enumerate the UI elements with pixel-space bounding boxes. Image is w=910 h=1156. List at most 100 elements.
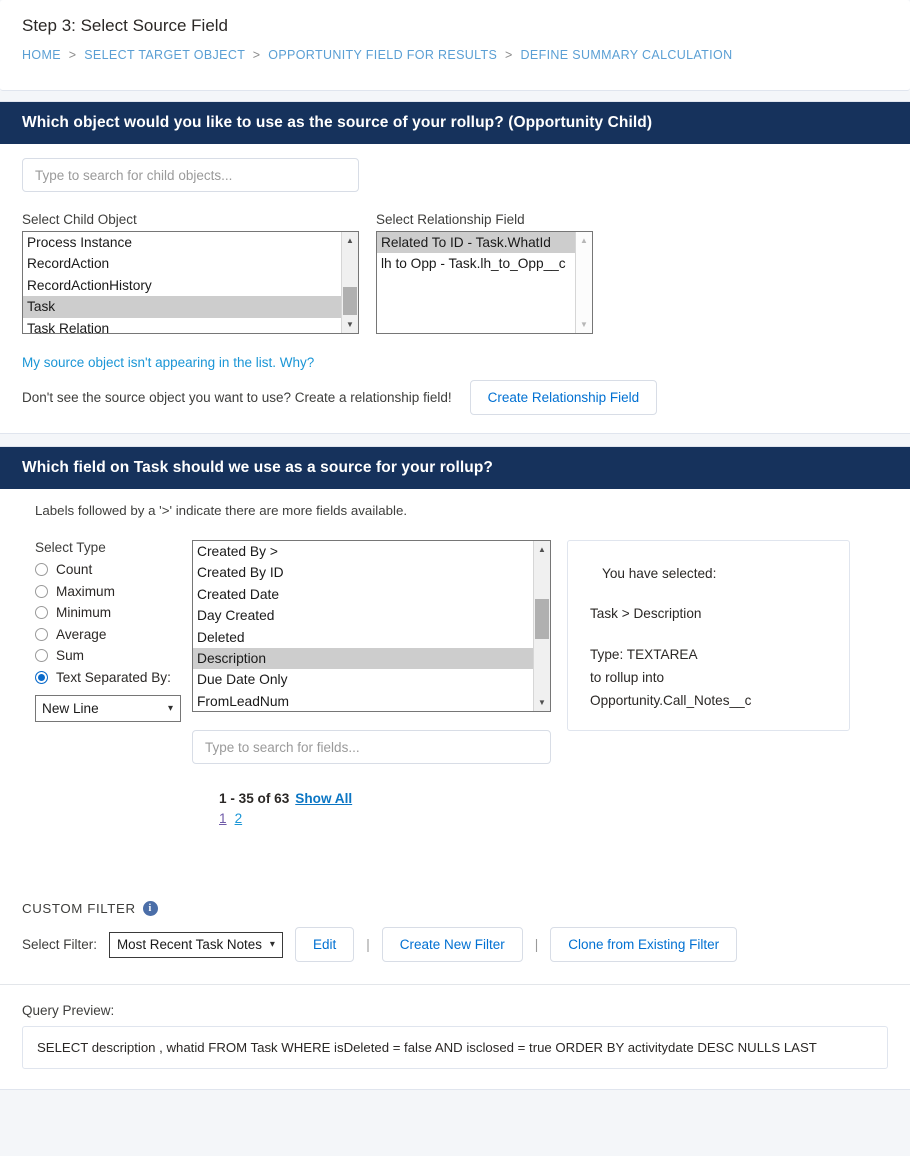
scroll-down-icon[interactable]: ▼ <box>576 316 592 333</box>
selection-summary-panel: You have selected: Task > Description Ty… <box>567 540 850 731</box>
radio-icon[interactable] <box>35 606 48 620</box>
source-field-section-title: Which field on Task should we use as a s… <box>0 447 910 489</box>
breadcrumb-separator: > <box>68 48 77 62</box>
scroll-down-icon[interactable]: ▼ <box>534 694 550 711</box>
separator-select-value: New Line <box>42 701 99 716</box>
list-item[interactable]: Deleted <box>193 627 550 648</box>
type-option-text-separated-by[interactable]: Text Separated By: <box>35 667 185 689</box>
type-option-label: Maximum <box>56 583 115 599</box>
custom-filter-title: CUSTOM FILTER i <box>22 901 888 916</box>
breadcrumb-separator: > <box>505 48 513 62</box>
scroll-up-icon[interactable]: ▲ <box>342 232 358 249</box>
scroll-up-icon[interactable]: ▲ <box>534 541 550 558</box>
type-option-count[interactable]: Count <box>35 559 185 581</box>
selection-heading: You have selected: <box>602 566 717 581</box>
relationship-field-listbox[interactable]: Related To ID - Task.WhatId lh to Opp - … <box>376 231 593 334</box>
radio-icon[interactable] <box>35 627 48 641</box>
type-option-sum[interactable]: Sum <box>35 645 185 667</box>
filter-select[interactable]: Most Recent Task Notes ▾ <box>109 931 283 958</box>
relationship-field-group: Select Relationship Field Related To ID … <box>376 212 593 334</box>
create-new-filter-button[interactable]: Create New Filter <box>381 927 523 962</box>
separator-select[interactable]: New Line ▾ <box>35 695 181 722</box>
source-object-help-link[interactable]: My source object isn't appearing in the … <box>22 355 314 370</box>
list-item[interactable]: Process Instance <box>23 232 358 253</box>
relationship-field-options: Related To ID - Task.WhatId lh to Opp - … <box>377 232 592 275</box>
scrollbar[interactable]: ▲ ▼ <box>533 541 550 711</box>
create-relationship-field-button[interactable]: Create Relationship Field <box>469 380 658 415</box>
create-relationship-prompt: Don't see the source object you want to … <box>22 390 452 405</box>
list-item-selected[interactable]: Task <box>23 296 358 318</box>
page-link-1[interactable]: 1 <box>219 811 227 826</box>
type-option-average[interactable]: Average <box>35 624 185 646</box>
custom-filter-block: CUSTOM FILTER i Select Filter: Most Rece… <box>22 901 888 962</box>
page-link-2[interactable]: 2 <box>235 811 243 826</box>
clone-filter-button[interactable]: Clone from Existing Filter <box>550 927 738 962</box>
scroll-up-icon[interactable]: ▲ <box>576 232 592 249</box>
radio-icon[interactable] <box>35 563 48 577</box>
relationship-field-label: Select Relationship Field <box>376 212 525 227</box>
select-filter-label: Select Filter: <box>22 937 98 952</box>
child-object-label: Select Child Object <box>22 212 137 227</box>
list-item[interactable]: FromLeadNum <box>193 691 550 711</box>
query-preview-text: SELECT description , whatid FROM Task WH… <box>22 1026 888 1069</box>
source-field-section-body: Labels followed by a '>' indicate there … <box>0 489 910 980</box>
type-option-minimum[interactable]: Minimum <box>35 602 185 624</box>
source-help-link-wrap: My source object isn't appearing in the … <box>22 354 888 372</box>
type-option-maximum[interactable]: Maximum <box>35 581 185 603</box>
breadcrumb: HOME > SELECT TARGET OBJECT > OPPORTUNIT… <box>0 38 910 84</box>
list-item-selected[interactable]: Related To ID - Task.WhatId <box>377 232 592 254</box>
info-icon[interactable]: i <box>142 901 158 916</box>
field-columns: Select Type Count Maximum Minimum Averag… <box>22 540 888 826</box>
list-item[interactable]: Created By > <box>193 541 550 562</box>
type-option-label: Sum <box>56 648 84 664</box>
scrollbar-thumb[interactable] <box>343 287 357 315</box>
separator: | <box>534 937 539 952</box>
scroll-down-icon[interactable]: ▼ <box>342 316 358 333</box>
list-item[interactable]: Due Date Only <box>193 669 550 690</box>
chevron-down-icon: ▾ <box>269 939 275 950</box>
breadcrumb-item-opportunity-field-for-results[interactable]: OPPORTUNITY FIELD FOR RESULTS <box>268 48 497 62</box>
list-item[interactable]: Day Created <box>193 605 550 626</box>
source-object-section: Which object would you like to use as th… <box>0 101 910 434</box>
list-item[interactable]: RecordActionHistory <box>23 275 358 296</box>
list-item[interactable]: Task Relation <box>23 318 358 333</box>
breadcrumb-separator: > <box>252 48 261 62</box>
scrollbar[interactable]: ▲ ▼ <box>341 232 358 333</box>
field-listbox[interactable]: Created By > Created By ID Created Date … <box>192 540 551 712</box>
child-object-listbox[interactable]: Process Instance RecordAction RecordActi… <box>22 231 359 334</box>
child-object-options: Process Instance RecordAction RecordActi… <box>23 232 358 333</box>
breadcrumb-item-define-summary-calculation[interactable]: DEFINE SUMMARY CALCULATION <box>521 48 733 62</box>
breadcrumb-item-home[interactable]: HOME <box>22 48 61 62</box>
list-item[interactable]: Created By ID <box>193 562 550 583</box>
query-preview-block: Query Preview: SELECT description , what… <box>0 985 910 1089</box>
field-hint: Labels followed by a '>' indicate there … <box>35 503 408 518</box>
breadcrumb-item-select-target-object[interactable]: SELECT TARGET OBJECT <box>84 48 245 62</box>
query-preview-label: Query Preview: <box>22 1003 115 1018</box>
selection-type: Type: TEXTAREA <box>590 647 698 662</box>
show-all-link[interactable]: Show All <box>295 791 352 806</box>
scrollbar[interactable]: ▲ ▼ <box>575 232 592 333</box>
select-type-label: Select Type <box>35 540 106 555</box>
field-search-input[interactable] <box>192 730 551 764</box>
radio-icon[interactable] <box>35 584 48 598</box>
type-option-label: Text Separated By: <box>56 669 171 685</box>
radio-icon[interactable] <box>35 649 48 663</box>
child-object-search-input[interactable] <box>22 158 359 192</box>
source-lists-row: Select Child Object Process Instance Rec… <box>22 212 888 334</box>
list-item[interactable]: lh to Opp - Task.lh_to_Opp__c <box>377 253 592 274</box>
pagination: 1 - 35 of 63 Show All 12 <box>219 791 551 826</box>
list-item[interactable]: RecordAction <box>23 253 358 274</box>
custom-filter-label: CUSTOM FILTER <box>22 901 136 916</box>
separator: | <box>366 937 370 952</box>
list-item[interactable]: Created Date <box>193 584 550 605</box>
list-item-selected[interactable]: Description <box>193 648 550 670</box>
type-option-label: Count <box>56 562 93 578</box>
edit-filter-button[interactable]: Edit <box>294 927 355 962</box>
page-root: Step 3: Select Source Field HOME > SELEC… <box>0 0 910 1090</box>
page-header-card: Step 3: Select Source Field HOME > SELEC… <box>0 0 910 91</box>
type-option-label: Average <box>56 626 107 642</box>
source-object-section-title: Which object would you like to use as th… <box>0 102 910 144</box>
radio-icon-selected[interactable] <box>35 670 48 684</box>
filter-select-value: Most Recent Task Notes <box>117 937 262 952</box>
scrollbar-thumb[interactable] <box>535 599 549 639</box>
